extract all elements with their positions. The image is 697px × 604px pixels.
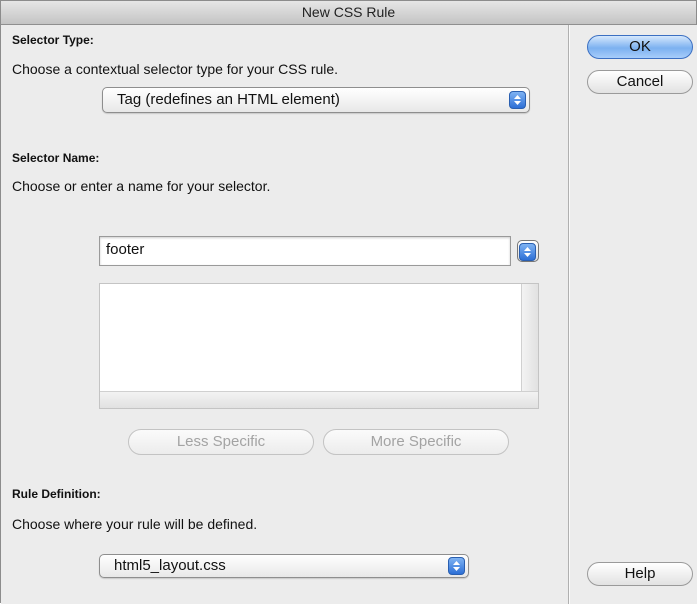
new-css-rule-dialog: New CSS Rule Selector Type: Choose a con… xyxy=(0,0,697,604)
selector-name-combo-button[interactable] xyxy=(517,240,539,262)
selector-type-popup[interactable]: Tag (redefines an HTML element) xyxy=(102,87,530,113)
selector-type-value: Tag (redefines an HTML element) xyxy=(117,91,340,108)
ok-button[interactable]: OK xyxy=(587,35,693,59)
vertical-divider xyxy=(568,25,569,604)
selector-name-input[interactable]: footer xyxy=(99,236,511,266)
selector-name-instruction: Choose or enter a name for your selector… xyxy=(12,178,271,194)
more-specific-button[interactable]: More Specific xyxy=(323,429,509,455)
rule-definition-instruction: Choose where your rule will be defined. xyxy=(12,516,258,532)
rule-definition-value: html5_layout.css xyxy=(114,557,226,574)
dialog-main-area: Selector Type: Choose a contextual selec… xyxy=(1,25,568,604)
selector-type-heading: Selector Type: xyxy=(12,33,94,47)
popup-stepper-icon xyxy=(448,557,465,575)
vertical-scrollbar[interactable] xyxy=(521,284,538,408)
selector-type-instruction: Choose a contextual selector type for yo… xyxy=(12,61,339,77)
help-button[interactable]: Help xyxy=(587,562,693,586)
less-specific-button[interactable]: Less Specific xyxy=(128,429,314,455)
button-panel: OK Cancel Help xyxy=(570,25,697,604)
horizontal-scrollbar[interactable] xyxy=(100,391,538,408)
dialog-title: New CSS Rule xyxy=(1,1,696,25)
rule-definition-heading: Rule Definition: xyxy=(12,487,101,501)
selector-name-heading: Selector Name: xyxy=(12,151,100,165)
selector-description-box xyxy=(99,283,539,409)
combo-stepper-icon xyxy=(519,243,536,261)
cancel-button[interactable]: Cancel xyxy=(587,70,693,94)
rule-definition-popup[interactable]: html5_layout.css xyxy=(99,554,469,578)
popup-stepper-icon xyxy=(509,91,526,109)
